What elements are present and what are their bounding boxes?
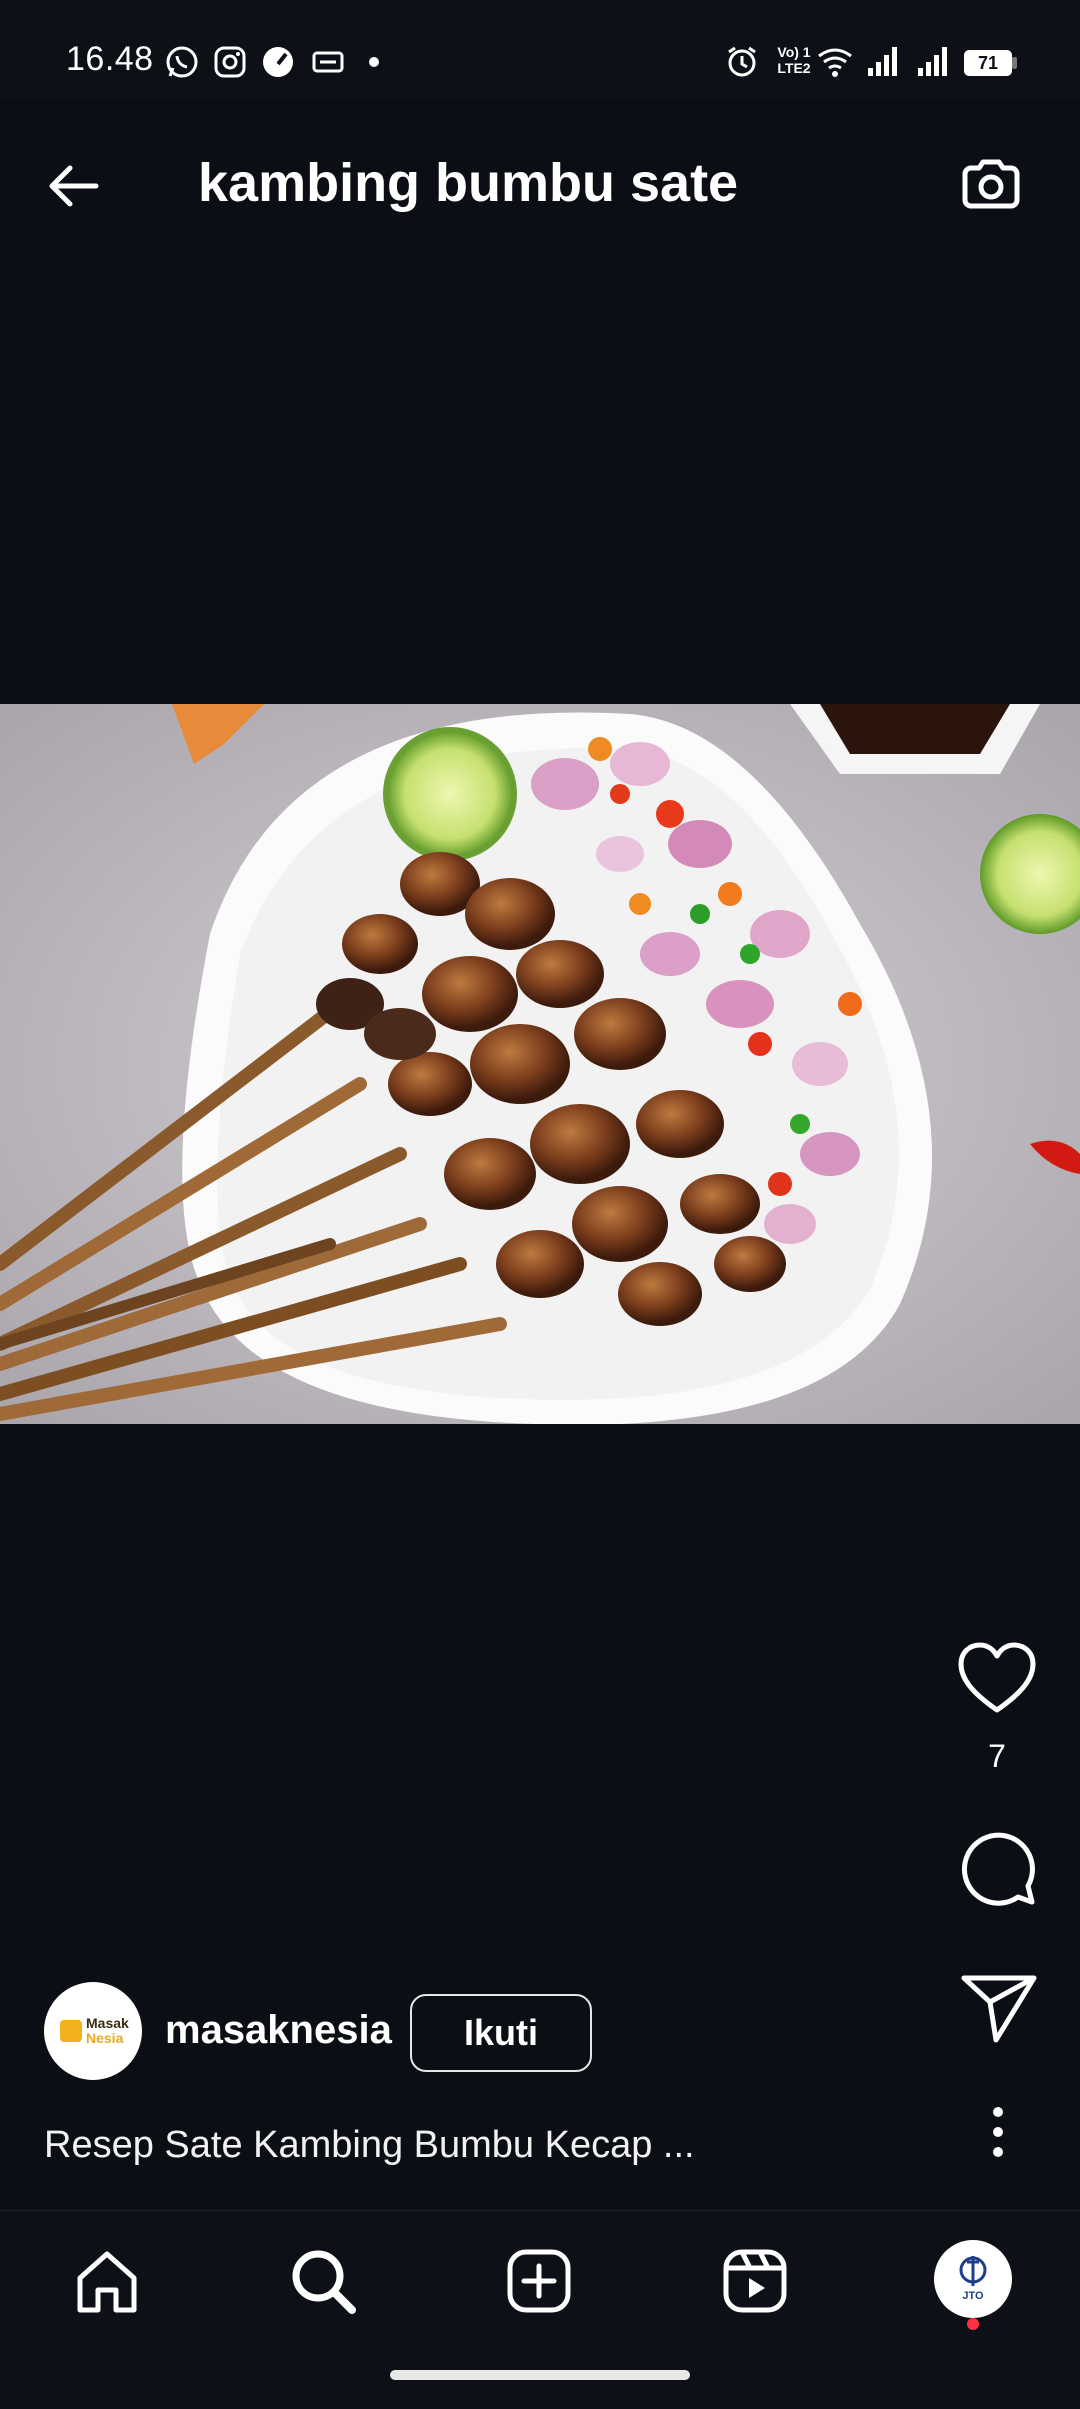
share-button[interactable]: [960, 1972, 1038, 2044]
home-indicator[interactable]: [390, 2370, 690, 2380]
camera-button[interactable]: [955, 150, 1027, 222]
avatar-logo-icon: [60, 2020, 82, 2042]
post-caption[interactable]: Resep Sate Kambing Bumbu Kecap ...: [44, 2124, 695, 2167]
create-icon[interactable]: [502, 2244, 576, 2318]
back-button[interactable]: [40, 150, 112, 222]
wifi-icon: [818, 48, 852, 77]
follow-button[interactable]: Ikuti: [410, 1994, 592, 2072]
status-time: 16.48: [66, 40, 154, 78]
avatar-text-1: Masak: [86, 2015, 129, 2031]
profile-notification-dot: [967, 2318, 979, 2330]
avatar-text-2: Nesia: [86, 2030, 124, 2046]
profile-avatar[interactable]: JTO: [934, 2240, 1012, 2318]
post-image[interactable]: [0, 704, 1080, 1424]
like-button[interactable]: [956, 1640, 1038, 1716]
battery-icon: 71: [964, 50, 1012, 76]
signal-icon-sim2: [918, 47, 947, 76]
instagram-icon: [214, 46, 246, 78]
author-avatar[interactable]: Masak Nesia: [44, 1982, 142, 2080]
more-notifications-icon: [369, 57, 379, 67]
search-icon[interactable]: [286, 2244, 360, 2318]
alarm-icon: [728, 46, 756, 77]
author-username[interactable]: masaknesia: [165, 2008, 392, 2053]
more-options-button[interactable]: [978, 2102, 1018, 2162]
status-bar: 16.48 Vo) 1 LTE2 71: [0, 0, 1080, 100]
reels-icon[interactable]: [718, 2244, 792, 2318]
signal-icon-sim1: [868, 47, 897, 76]
volte-label-2: LTE2: [777, 60, 811, 76]
whatsapp-icon: [166, 46, 198, 78]
volte-indicator: Vo) 1 LTE2: [770, 44, 818, 80]
battery-level: 71: [977, 53, 999, 73]
jto-logo-icon: [959, 2256, 987, 2286]
comment-button[interactable]: [956, 1826, 1038, 1908]
avatar-logo-text: Masak Nesia: [86, 2016, 129, 2046]
profile-avatar-text: JTO: [962, 2290, 984, 2302]
speedometer-icon: [263, 47, 293, 77]
battery-cap: [1012, 57, 1017, 69]
page-title: kambing bumbu sate: [198, 153, 739, 213]
like-count: 7: [988, 1738, 1006, 1774]
sate-photo: [0, 704, 1080, 1424]
volte-label-1: Vo) 1: [777, 44, 811, 60]
voicemail-icon: [312, 51, 344, 73]
home-icon[interactable]: [70, 2244, 144, 2318]
